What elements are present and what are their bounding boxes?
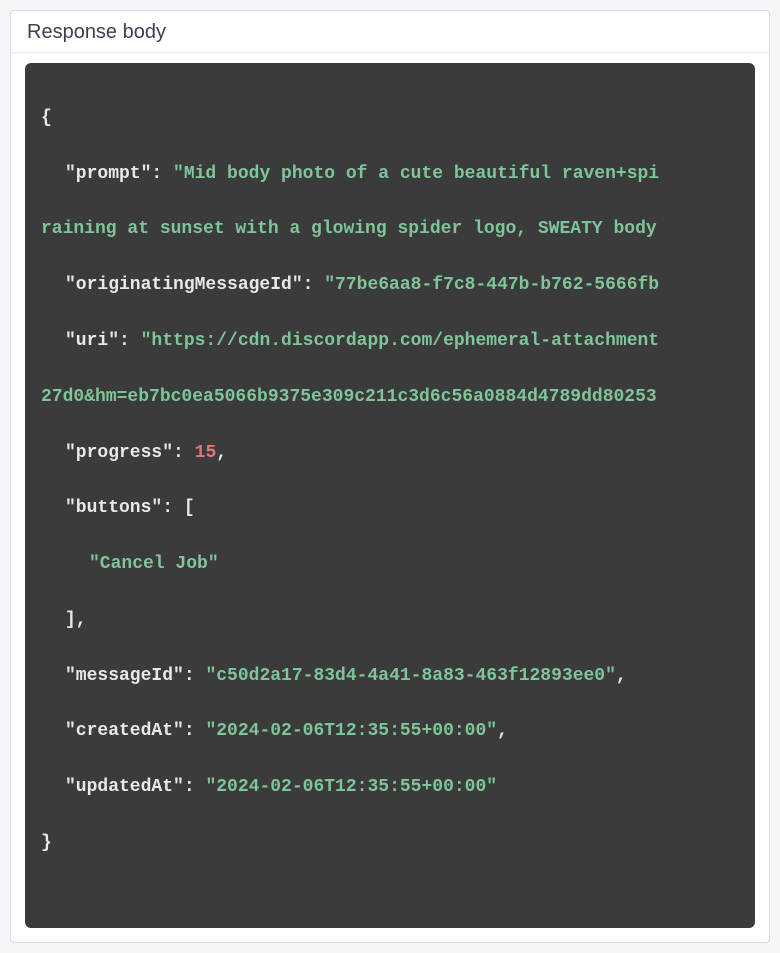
brace-open: { [41, 108, 52, 128]
code-line: { [41, 105, 755, 133]
code-line: "updatedAt": "2024-02-06T12:35:55+00:00" [41, 774, 755, 802]
code-line: "createdAt": "2024-02-06T12:35:55+00:00"… [41, 718, 755, 746]
json-value-messageId: "c50d2a17-83d4-4a41-8a83-463f12893ee0" [205, 666, 615, 686]
json-value-originatingMessageId: "77be6aa8-f7c8-447b-b762-5666fb [324, 275, 659, 295]
comma: , [216, 443, 227, 463]
response-body-panel: Response body { "prompt": "Mid body phot… [10, 10, 770, 943]
code-line: "uri": "https://cdn.discordapp.com/ephem… [41, 328, 755, 356]
code-line: raining at sunset with a glowing spider … [41, 216, 755, 244]
json-value-buttons-item: "Cancel Job" [89, 554, 219, 574]
colon: : [184, 721, 206, 741]
comma: , [616, 666, 627, 686]
colon: : [151, 164, 173, 184]
bracket-open: [ [184, 498, 195, 518]
json-key-originatingMessageId: "originatingMessageId" [65, 275, 303, 295]
json-value-uri-part1: "https://cdn.discordapp.com/ephemeral-at… [141, 331, 659, 351]
json-key-createdAt: "createdAt" [65, 721, 184, 741]
code-line: "originatingMessageId": "77be6aa8-f7c8-4… [41, 272, 755, 300]
code-line: "buttons": [ [41, 495, 755, 523]
json-value-progress: 15 [195, 443, 217, 463]
json-value-prompt-part2: raining at sunset with a glowing spider … [41, 219, 657, 239]
json-key-progress: "progress" [65, 443, 173, 463]
colon: : [173, 443, 195, 463]
code-line: } [41, 830, 755, 858]
code-line: "Cancel Job" [41, 551, 755, 579]
json-key-updatedAt: "updatedAt" [65, 777, 184, 797]
json-key-messageId: "messageId" [65, 666, 184, 686]
json-code-block: { "prompt": "Mid body photo of a cute be… [25, 63, 755, 928]
json-value-prompt-part1: "Mid body photo of a cute beautiful rave… [173, 164, 659, 184]
colon: : [184, 666, 206, 686]
brace-close: } [41, 833, 52, 853]
comma: , [497, 721, 508, 741]
json-value-createdAt: "2024-02-06T12:35:55+00:00" [205, 721, 497, 741]
code-line: "progress": 15, [41, 440, 755, 468]
code-line: "messageId": "c50d2a17-83d4-4a41-8a83-46… [41, 663, 755, 691]
json-value-uri-part2: 27d0&hm=eb7bc0ea5066b9375e309c211c3d6c56… [41, 387, 657, 407]
colon: : [119, 331, 141, 351]
json-key-buttons: "buttons" [65, 498, 162, 518]
panel-header: Response body [11, 11, 769, 53]
panel-title: Response body [27, 21, 166, 43]
code-line: 27d0&hm=eb7bc0ea5066b9375e309c211c3d6c56… [41, 384, 755, 412]
colon: : [303, 275, 325, 295]
code-line: "prompt": "Mid body photo of a cute beau… [41, 161, 755, 189]
colon: : [184, 777, 206, 797]
bracket-close: ], [65, 610, 87, 630]
json-key-prompt: "prompt" [65, 164, 151, 184]
colon: : [162, 498, 184, 518]
json-value-updatedAt: "2024-02-06T12:35:55+00:00" [205, 777, 497, 797]
code-line: ], [41, 607, 755, 635]
json-key-uri: "uri" [65, 331, 119, 351]
